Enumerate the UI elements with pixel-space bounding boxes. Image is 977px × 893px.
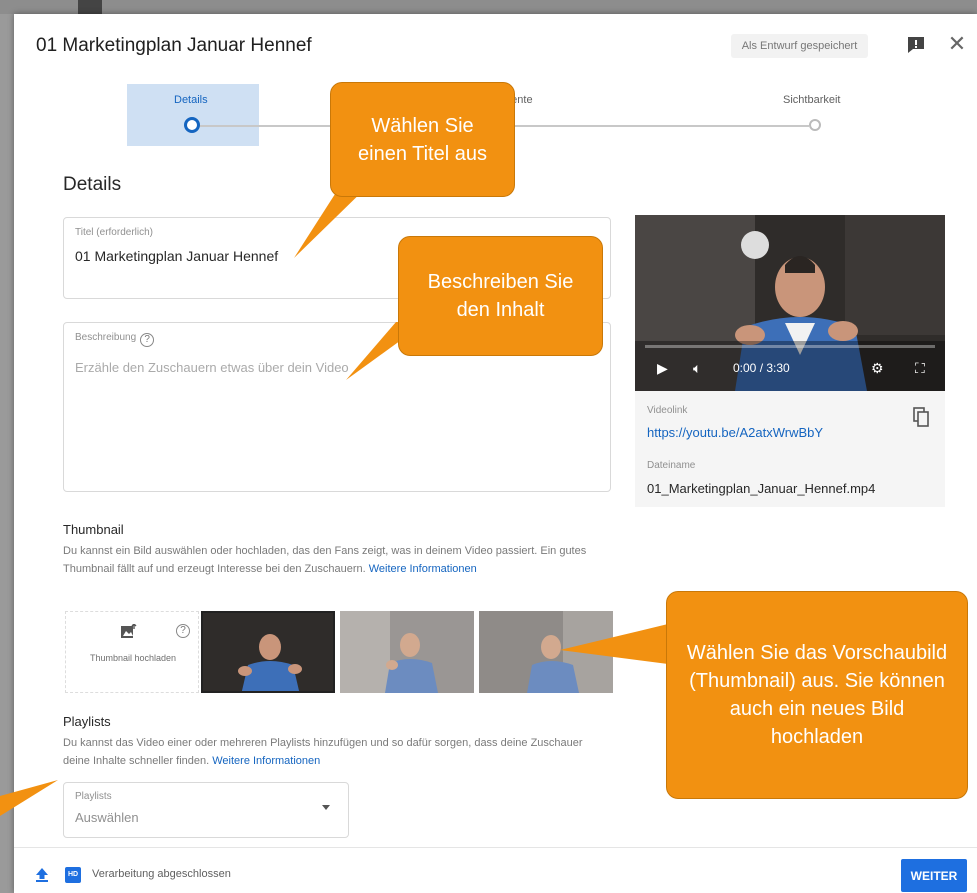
playlist-select[interactable]: Playlists Auswählen	[63, 782, 349, 838]
callout-pointer	[560, 624, 668, 664]
thumbnail-image	[340, 611, 474, 693]
feedback-icon[interactable]	[905, 34, 927, 56]
help-icon[interactable]: ?	[140, 333, 155, 347]
image-upload-icon	[121, 624, 137, 638]
fullscreen-icon[interactable]: ⛶	[915, 360, 925, 377]
draft-status-badge: Als Entwurf gespeichert	[731, 34, 868, 58]
playlist-select-value: Auswählen	[75, 810, 139, 825]
description-label-text: Beschreibung	[75, 332, 137, 343]
thumbnail-upload-button[interactable]: ? Thumbnail hochladen	[65, 611, 199, 693]
settings-icon[interactable]: ⚙	[871, 360, 884, 377]
callout-title-text: Wählen Sie einen Titel aus	[358, 114, 487, 165]
callout-pointer	[0, 780, 58, 816]
video-link[interactable]: https://youtu.be/A2atxWrwBbY	[647, 425, 823, 440]
description-field-label: Beschreibung?	[75, 332, 155, 347]
copy-icon[interactable]	[913, 407, 929, 427]
thumbnail-option-1[interactable]	[201, 611, 335, 693]
thumbnail-description: Du kannst ein Bild auswählen oder hochla…	[63, 542, 611, 578]
close-icon[interactable]: ✕	[946, 33, 968, 55]
filename-label: Dateiname	[647, 460, 696, 471]
thumbnail-image	[203, 613, 333, 691]
filename-value: 01_Marketingplan_Januar_Hennef.mp4	[647, 481, 876, 496]
playlists-description: Du kannst das Video einer oder mehreren …	[63, 734, 611, 770]
play-icon[interactable]: ▶	[657, 360, 668, 377]
thumbnail-title: Thumbnail	[63, 522, 124, 537]
callout-description-text: Beschreiben Sie den Inhalt	[427, 271, 574, 321]
dialog-footer: HD Verarbeitung abgeschlossen WEITER	[14, 847, 977, 893]
thumbnail-help-icon[interactable]: ?	[176, 624, 190, 638]
video-player[interactable]: ▶ 🔈︎ 0:00 / 3:30 ⚙ ⛶	[635, 215, 945, 391]
playlists-title: Playlists	[63, 714, 111, 729]
background-element	[78, 0, 102, 14]
processing-status: Verarbeitung abgeschlossen	[92, 868, 231, 880]
dialog-header: 01 Marketingplan Januar Hennef Als Entwu…	[14, 14, 977, 76]
thumbnail-description-text: Du kannst ein Bild auswählen oder hochla…	[63, 545, 587, 575]
step-connector	[512, 125, 809, 127]
description-input[interactable]: Erzähle den Zuschauern etwas über dein V…	[75, 360, 349, 375]
callout-thumbnail-text: Wählen Sie das Vorschaubild (Thumbnail) …	[686, 642, 948, 748]
step-details-label[interactable]: Details	[174, 94, 208, 106]
playlists-description-text: Du kannst das Video einer oder mehreren …	[63, 737, 583, 767]
hd-badge-icon: HD	[65, 867, 81, 883]
background-window	[0, 0, 977, 14]
video-link-label: Videolink	[647, 405, 688, 416]
next-button[interactable]: WEITER	[901, 859, 967, 892]
volume-icon[interactable]: 🔈︎	[693, 360, 701, 377]
video-frame-image	[635, 215, 945, 391]
step-connector	[200, 125, 330, 127]
step-details-dot[interactable]	[184, 117, 200, 133]
playlist-select-label: Playlists	[75, 791, 112, 802]
callout-title-hint: Wählen Sie einen Titel aus	[330, 82, 515, 197]
callout-description-hint: Beschreiben Sie den Inhalt	[398, 236, 603, 356]
title-field-label: Titel (erforderlich)	[75, 227, 153, 238]
dialog-title: 01 Marketingplan Januar Hennef	[36, 35, 312, 56]
video-time: 0:00 / 3:30	[733, 361, 790, 375]
video-preview-panel: ▶ 🔈︎ 0:00 / 3:30 ⚙ ⛶ Videolink https://y…	[635, 215, 945, 507]
section-title: Details	[63, 174, 122, 195]
step-visibility-label[interactable]: Sichtbarkeit	[783, 94, 840, 106]
thumbnail-option-2[interactable]	[340, 611, 474, 693]
thumbnail-upload-label: Thumbnail hochladen	[89, 653, 177, 663]
callout-thumbnail-hint: Wählen Sie das Vorschaubild (Thumbnail) …	[666, 591, 968, 799]
thumbnail-more-link[interactable]: Weitere Informationen	[369, 563, 477, 575]
step-visibility-dot[interactable]	[809, 119, 821, 131]
upload-icon[interactable]	[35, 867, 49, 883]
title-input[interactable]: 01 Marketingplan Januar Hennef	[75, 248, 278, 264]
playlists-more-link[interactable]: Weitere Informationen	[212, 755, 320, 767]
chevron-down-icon	[322, 805, 330, 810]
